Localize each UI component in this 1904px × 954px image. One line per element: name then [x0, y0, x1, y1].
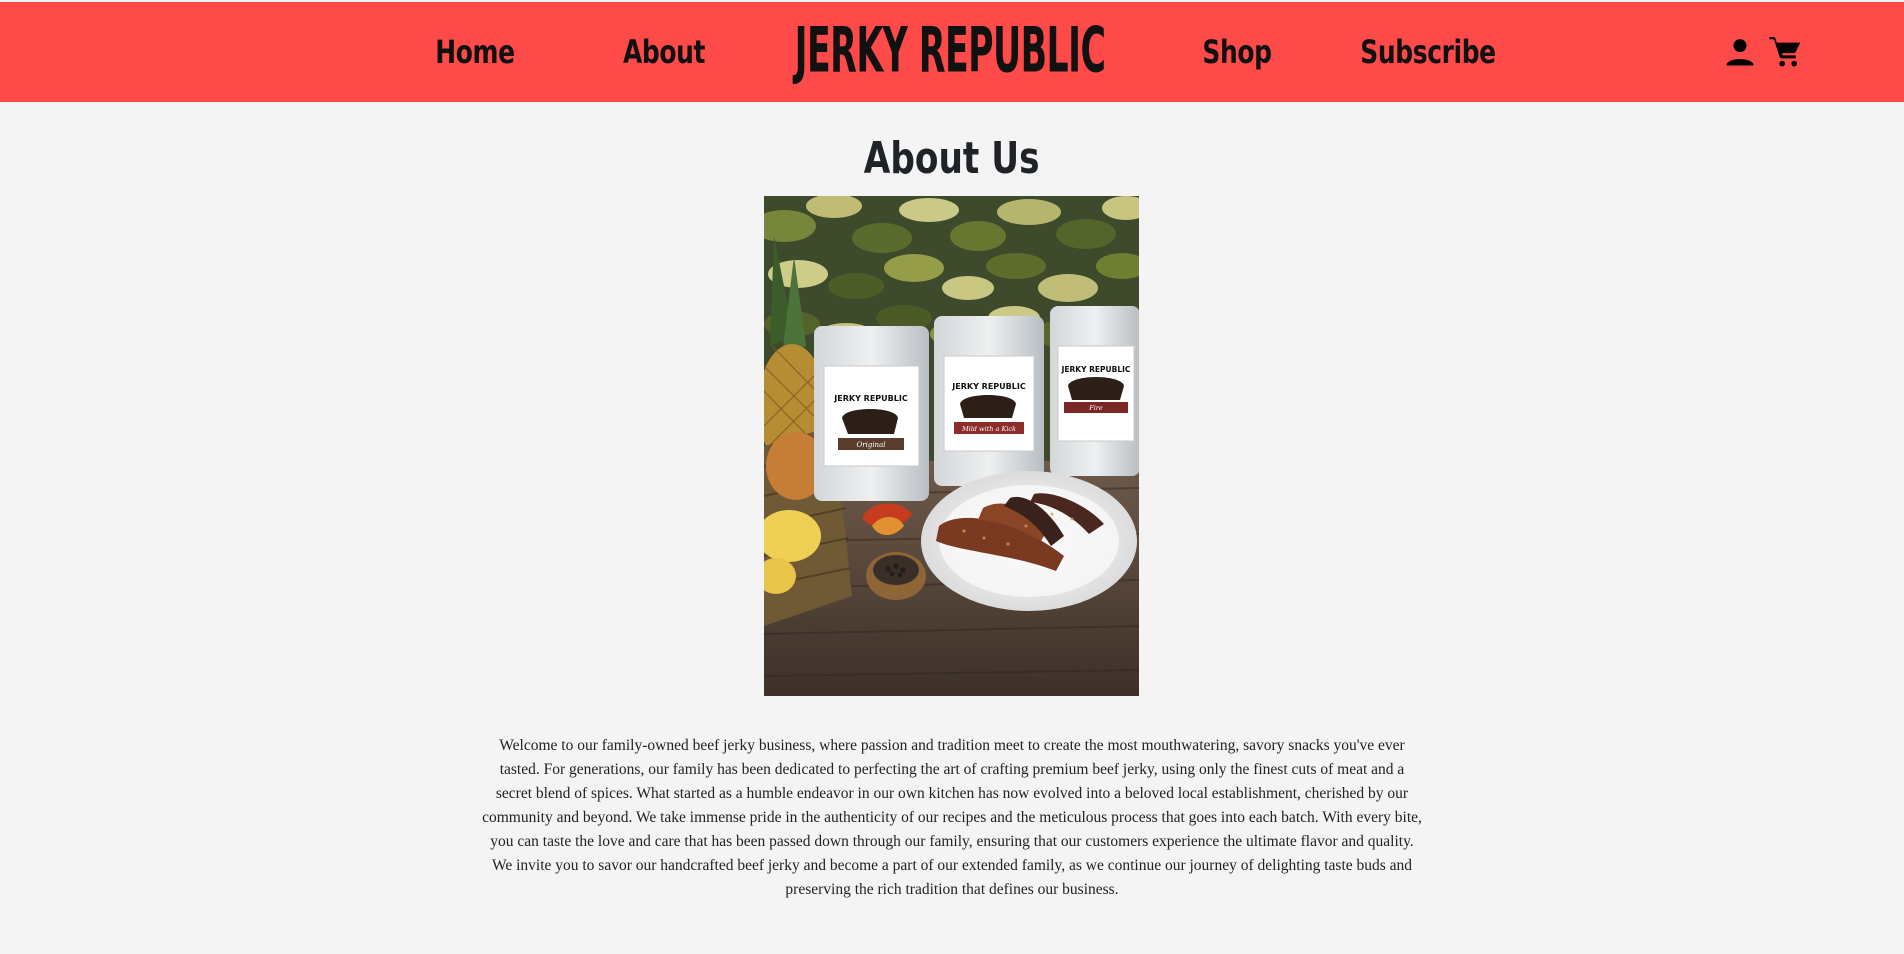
- svg-text:Original: Original: [857, 441, 886, 449]
- site-header: Home About JERKY REPUBLIC Shop Subscribe: [0, 2, 1904, 102]
- account-button[interactable]: [1723, 35, 1757, 69]
- nav-link-home[interactable]: Home: [424, 33, 526, 71]
- svg-text:JERKY REPUBLIC: JERKY REPUBLIC: [1061, 365, 1131, 374]
- svg-text:JERKY REPUBLIC: JERKY REPUBLIC: [951, 382, 1026, 391]
- page-title: About Us: [864, 133, 1040, 184]
- about-photo: JERKY REPUBLIC Original JERKY REPUBLIC M…: [764, 196, 1139, 696]
- jerky-products-photo: JERKY REPUBLIC Original JERKY REPUBLIC M…: [764, 196, 1139, 696]
- svg-text:Mild with a Kick: Mild with a Kick: [961, 425, 1016, 433]
- svg-text:JERKY REPUBLIC: JERKY REPUBLIC: [833, 394, 908, 403]
- nav-link-shop[interactable]: Shop: [1193, 33, 1282, 71]
- brand-logo[interactable]: JERKY REPUBLIC: [673, 14, 1228, 87]
- nav-link-subscribe[interactable]: Subscribe: [1341, 33, 1515, 71]
- cart-button[interactable]: [1768, 35, 1802, 69]
- person-icon: [1726, 39, 1754, 66]
- about-copy: Welcome to our family-owned beef jerky b…: [482, 737, 1422, 898]
- cart-icon: [1769, 36, 1801, 67]
- svg-text:Fire: Fire: [1088, 404, 1103, 412]
